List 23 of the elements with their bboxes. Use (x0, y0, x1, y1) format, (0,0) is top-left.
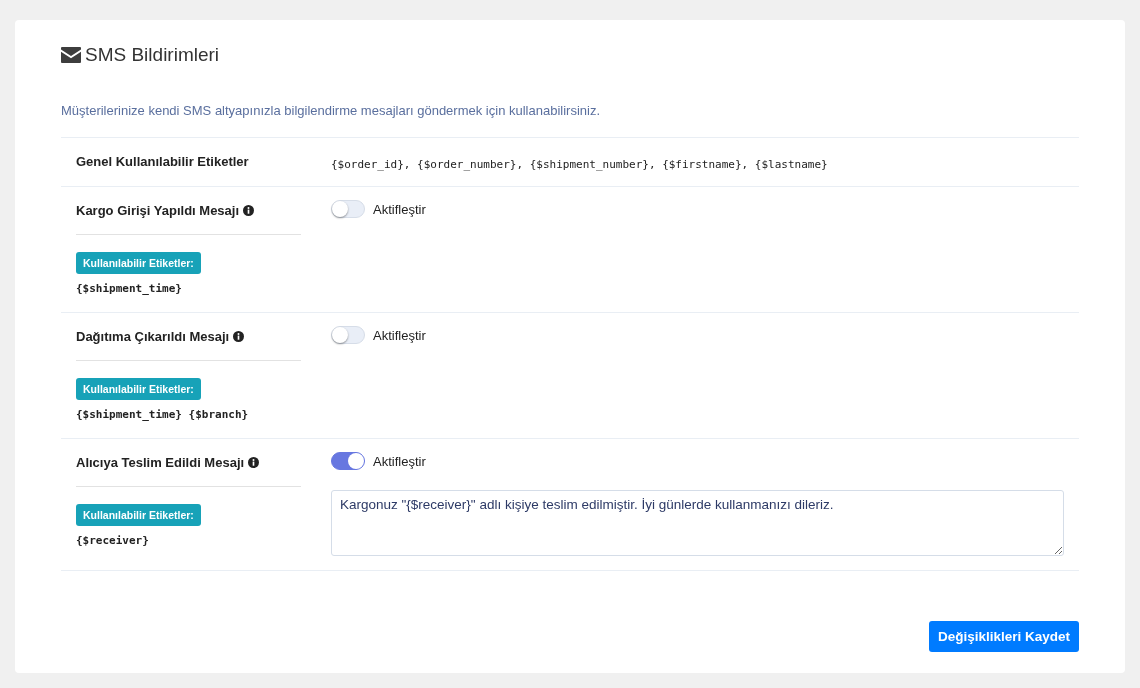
info-icon[interactable] (248, 457, 260, 468)
tag-list: {$order_id}, {$order_number}, {$shipment_number}, {$firstname}, {$lastname} (331, 158, 828, 171)
page-title: SMS Bildirimleri (85, 44, 220, 66)
field-label: Alıcıya Teslim Edildi Mesajı (76, 455, 245, 470)
envelope-icon (61, 47, 81, 63)
field-label: Kargo Girişi Yapıldı Mesajı (76, 203, 240, 218)
field-label: Genel Kullanılabilir Etiketler (76, 154, 249, 169)
toggle-label: Aktifleştir (373, 201, 426, 217)
tags-badge: Kullanılabilir Etiketler: (76, 378, 201, 400)
tag-list: {$receiver} (76, 534, 149, 547)
info-icon[interactable] (243, 205, 255, 216)
tag-list: {$shipment_time} {$branch} (76, 408, 249, 421)
info-icon[interactable] (233, 331, 245, 342)
toggle-label: Aktifleştir (373, 453, 426, 469)
tag-list: {$shipment_time} (76, 282, 182, 295)
tags-badge: Kullanılabilir Etiketler: (76, 504, 201, 526)
tags-badge: Kullanılabilir Etiketler: (76, 252, 201, 274)
toggle-switch[interactable] (331, 452, 365, 470)
message-textarea[interactable]: Kargonuz "{$receiver}" adlı kişiye teslim edilmiştir. İyi günlerde kullanmanızı dileriz. (331, 490, 1064, 556)
toggle-label: Aktifleştir (373, 327, 426, 343)
save-button[interactable]: Değişiklikleri Kaydet (928, 621, 1079, 652)
field-label: Dağıtıma Çıkarıldı Mesajı (76, 329, 230, 344)
description-text: Müşterilerinize kendi SMS altyapınızla bilgilendirme mesajları göndermek için kullanabilirsiniz. (61, 103, 1079, 138)
